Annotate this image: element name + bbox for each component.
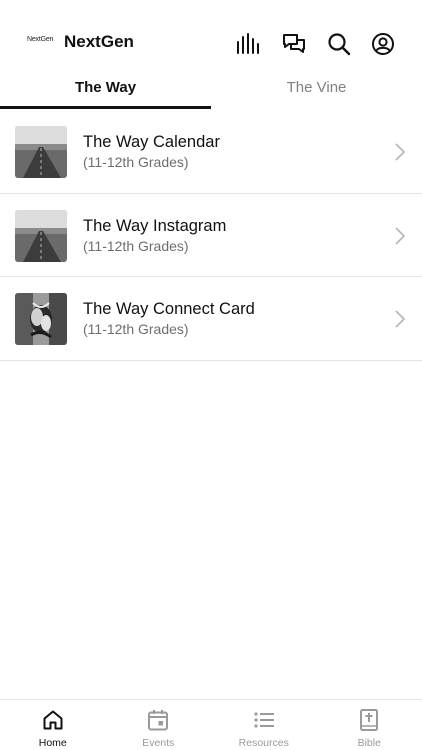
chevron-right-icon bbox=[395, 310, 406, 328]
tab-the-way[interactable]: The Way bbox=[0, 66, 211, 110]
item-title: The Way Calendar bbox=[83, 133, 220, 151]
home-icon bbox=[43, 710, 63, 730]
header: NextGen NextGen bbox=[0, 22, 422, 66]
hands-image bbox=[15, 293, 67, 345]
search-icon[interactable] bbox=[326, 31, 352, 57]
item-subtitle: (11-12th Grades) bbox=[83, 154, 189, 170]
chat-icon[interactable] bbox=[281, 31, 307, 57]
nav-events[interactable]: Events bbox=[106, 700, 212, 750]
list-item[interactable]: The Way Instagram (11-12th Grades) bbox=[0, 194, 422, 277]
road-image bbox=[15, 126, 67, 178]
app-title: NextGen bbox=[64, 32, 134, 51]
bottom-nav: Home Events Resources Bible bbox=[0, 699, 422, 750]
nav-label: Events bbox=[142, 737, 175, 749]
item-subtitle: (11-12th Grades) bbox=[83, 321, 189, 337]
list-item[interactable]: The Way Connect Card (11-12th Grades) bbox=[0, 277, 422, 361]
status-bar bbox=[0, 0, 422, 20]
chevron-right-icon bbox=[395, 226, 406, 245]
list-item[interactable]: The Way Calendar (11-12th Grades) bbox=[0, 110, 422, 194]
item-title: The Way Instagram bbox=[83, 216, 227, 235]
nav-label: Resources bbox=[238, 737, 289, 749]
item-subtitle: (11-12th Grades) bbox=[83, 237, 189, 254]
nav-home[interactable]: Home bbox=[0, 700, 106, 750]
nav-resources[interactable]: Resources bbox=[211, 700, 317, 750]
nav-label: Bible bbox=[357, 737, 381, 749]
item-title: The Way Connect Card bbox=[83, 300, 255, 318]
app-screen: NextGen NextGen The Way The Vine The Way… bbox=[0, 0, 422, 750]
nav-label: Home bbox=[38, 737, 67, 749]
profile-icon[interactable] bbox=[370, 31, 396, 57]
tab-the-vine[interactable]: The Vine bbox=[211, 66, 422, 110]
resource-list: The Way Calendar (11-12th Grades) The Wa… bbox=[0, 110, 422, 361]
calendar-icon bbox=[148, 710, 169, 731]
nav-bible[interactable]: Bible bbox=[317, 700, 422, 750]
active-tab-indicator bbox=[0, 106, 211, 109]
list-icon bbox=[254, 712, 274, 728]
tab-bar: The Way The Vine bbox=[0, 66, 422, 110]
app-logo: NextGen bbox=[27, 36, 54, 43]
chevron-right-icon bbox=[395, 143, 406, 161]
road-image bbox=[15, 209, 67, 262]
bible-icon bbox=[360, 709, 379, 731]
stats-icon[interactable] bbox=[235, 31, 261, 57]
